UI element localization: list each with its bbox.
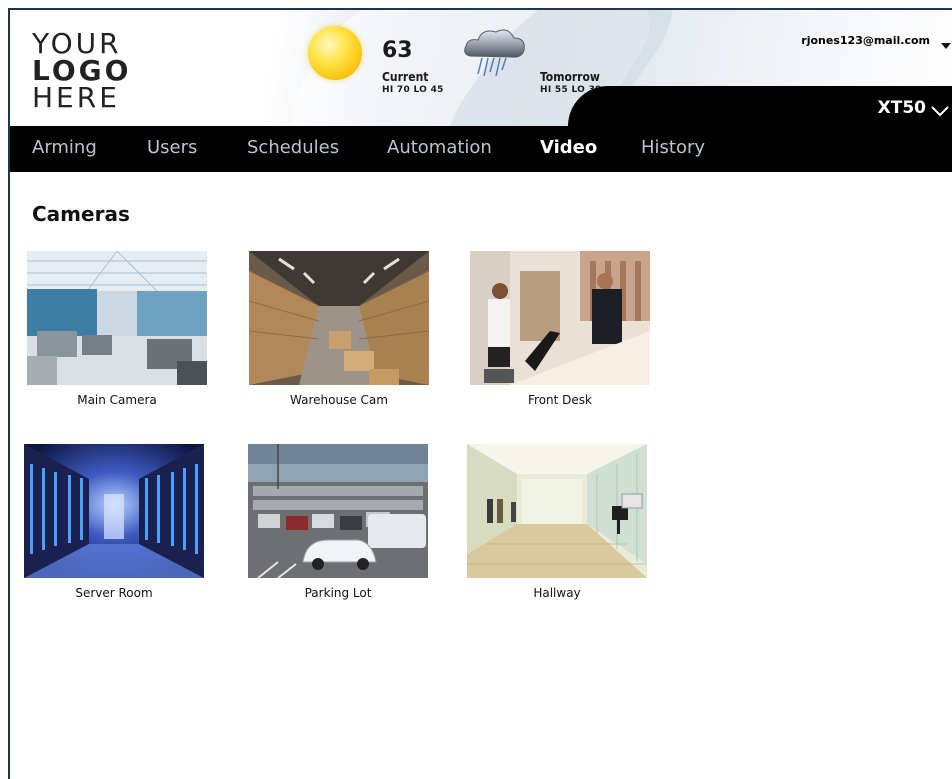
camera-tile-hallway[interactable]: Hallway — [467, 444, 647, 600]
app-frame: YOUR LOGO HERE 63 Current HI 70 LO 45 To… — [8, 8, 952, 779]
tomorrow-label: Tomorrow — [540, 70, 600, 84]
camera-label: Main Camera — [77, 393, 157, 407]
camera-tile-parking-lot[interactable]: Parking Lot — [248, 444, 428, 600]
nav-item-arming[interactable]: Arming — [32, 137, 97, 158]
nav-item-automation[interactable]: Automation — [387, 137, 492, 158]
camera-tile-warehouse-cam[interactable]: Warehouse Cam — [249, 251, 429, 407]
logo[interactable]: YOUR LOGO HERE — [32, 27, 132, 114]
logo-line-1: YOUR — [32, 27, 122, 60]
system-name[interactable]: XT50 — [878, 98, 926, 118]
camera-label: Server Room — [75, 586, 153, 600]
header: YOUR LOGO HERE 63 Current HI 70 LO 45 To… — [10, 10, 952, 126]
sun-icon — [308, 26, 362, 80]
camera-thumbnail[interactable] — [249, 251, 429, 385]
current-hilo: HI 70 LO 45 — [382, 85, 444, 95]
current-temperature: 63 — [382, 38, 413, 63]
current-label: Current — [382, 70, 429, 84]
camera-thumbnail[interactable] — [470, 251, 650, 385]
camera-label: Front Desk — [528, 393, 592, 407]
camera-thumbnail[interactable] — [467, 444, 647, 578]
camera-thumbnail[interactable] — [248, 444, 428, 578]
logo-line-2: LOGO — [32, 54, 132, 87]
camera-label: Warehouse Cam — [290, 393, 388, 407]
chevron-down-icon[interactable] — [930, 102, 950, 117]
camera-label: Hallway — [533, 586, 581, 600]
nav-item-video[interactable]: Video — [540, 137, 597, 158]
camera-tile-front-desk[interactable]: Front Desk — [470, 251, 650, 407]
rain-cloud-icon — [460, 24, 530, 80]
camera-thumbnail[interactable] — [27, 251, 207, 385]
page-title: Cameras — [32, 202, 130, 226]
camera-tile-server-room[interactable]: Server Room — [24, 444, 204, 600]
camera-thumbnail[interactable] — [24, 444, 204, 578]
user-email[interactable]: rjones123@mail.com — [801, 34, 930, 47]
camera-label: Parking Lot — [304, 586, 372, 600]
nav-item-schedules[interactable]: Schedules — [247, 137, 339, 158]
camera-tile-main-camera[interactable]: Main Camera — [27, 251, 207, 407]
nav-item-history[interactable]: History — [641, 137, 705, 158]
main-nav: Arming Users Schedules Automation Video … — [10, 126, 952, 172]
caret-down-icon[interactable] — [940, 36, 952, 49]
logo-line-3: HERE — [32, 81, 120, 114]
nav-item-users[interactable]: Users — [147, 137, 197, 158]
